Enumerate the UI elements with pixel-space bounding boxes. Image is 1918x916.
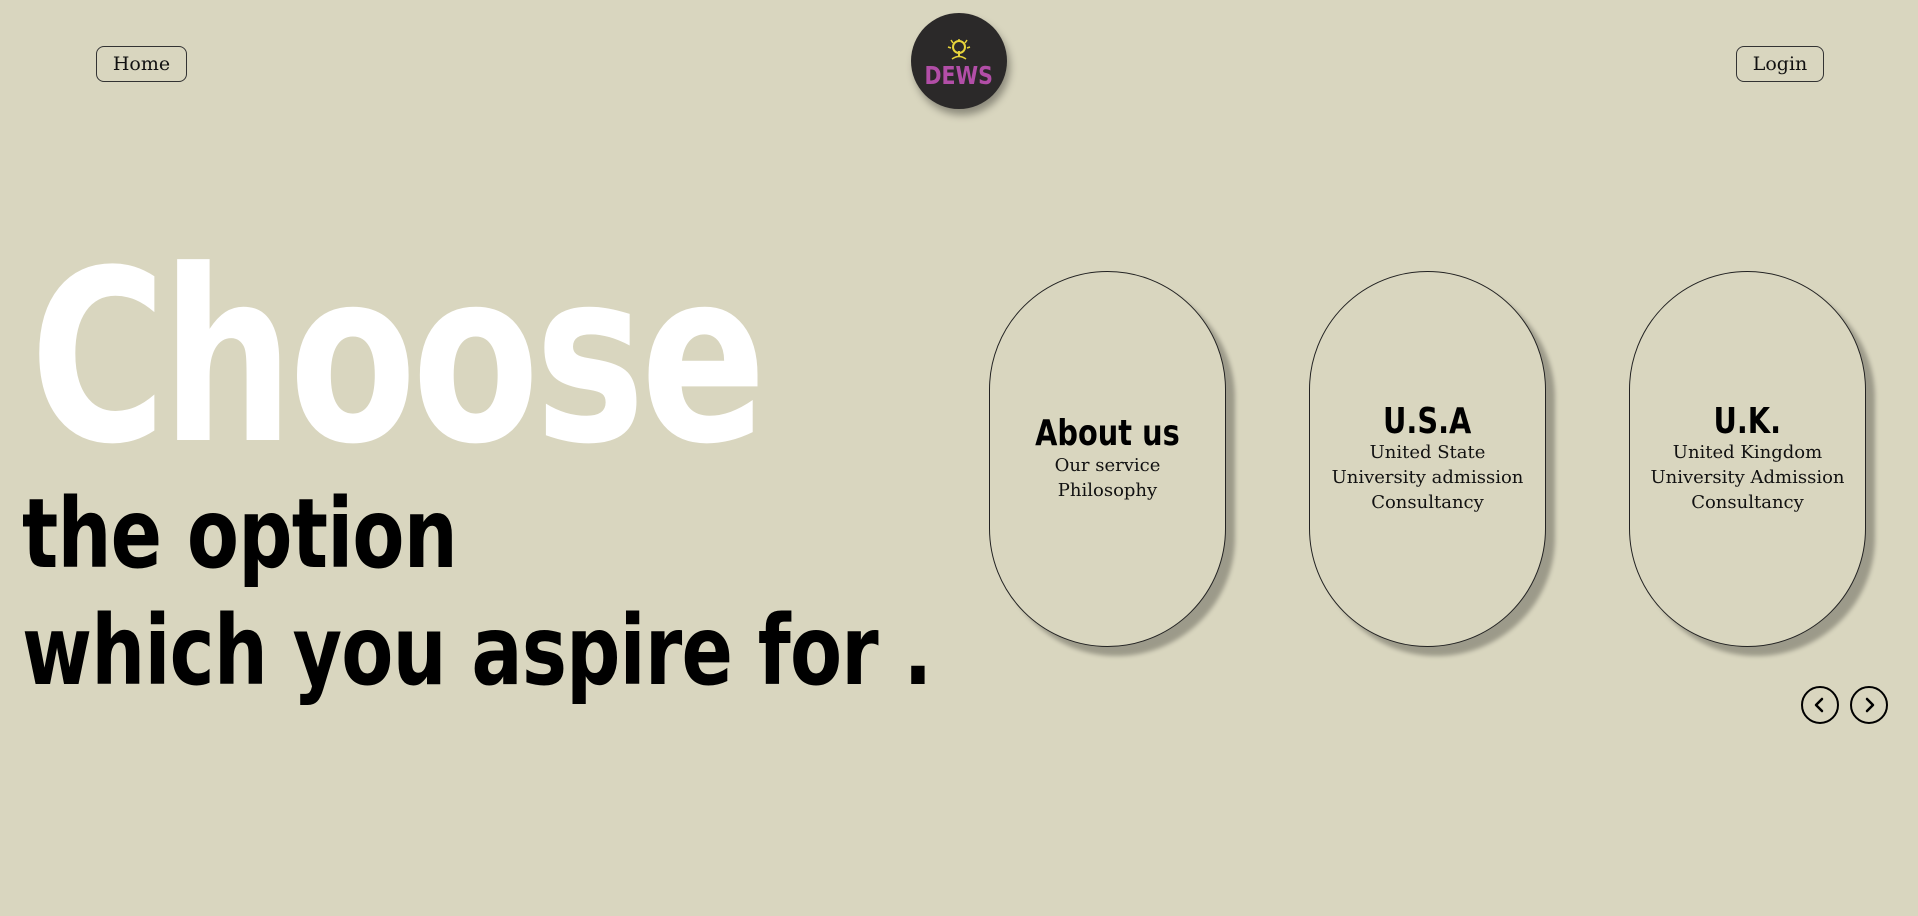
- card-description: United State University admission Consul…: [1331, 442, 1524, 514]
- hero-title-choose: Choose: [30, 220, 766, 497]
- tree-icon: [947, 38, 971, 60]
- login-button[interactable]: Login: [1736, 46, 1824, 82]
- card-title: U.K.: [1713, 400, 1782, 442]
- chevron-left-icon: [1814, 697, 1824, 713]
- hero-subtitle-line-2: which you aspire for .: [22, 595, 932, 707]
- chevron-right-icon: [1865, 697, 1875, 713]
- carousel-next-button[interactable]: [1850, 686, 1888, 724]
- card-description: Our service Philosophy: [1054, 454, 1161, 501]
- logo[interactable]: DEWS: [911, 13, 1007, 109]
- card-description: United Kingdom University Admission Cons…: [1650, 442, 1845, 514]
- card-about-us[interactable]: About us Our service Philosophy: [989, 271, 1226, 647]
- card-title: U.S.A: [1383, 400, 1472, 442]
- home-button[interactable]: Home: [96, 46, 187, 82]
- card-title: About us: [1035, 413, 1180, 455]
- card-uk[interactable]: U.K. United Kingdom University Admission…: [1629, 271, 1866, 647]
- hero-subtitle-line-1: the option: [22, 478, 458, 590]
- logo-text: DEWS: [924, 60, 994, 90]
- carousel-prev-button[interactable]: [1801, 686, 1839, 724]
- card-usa[interactable]: U.S.A United State University admission …: [1309, 271, 1546, 647]
